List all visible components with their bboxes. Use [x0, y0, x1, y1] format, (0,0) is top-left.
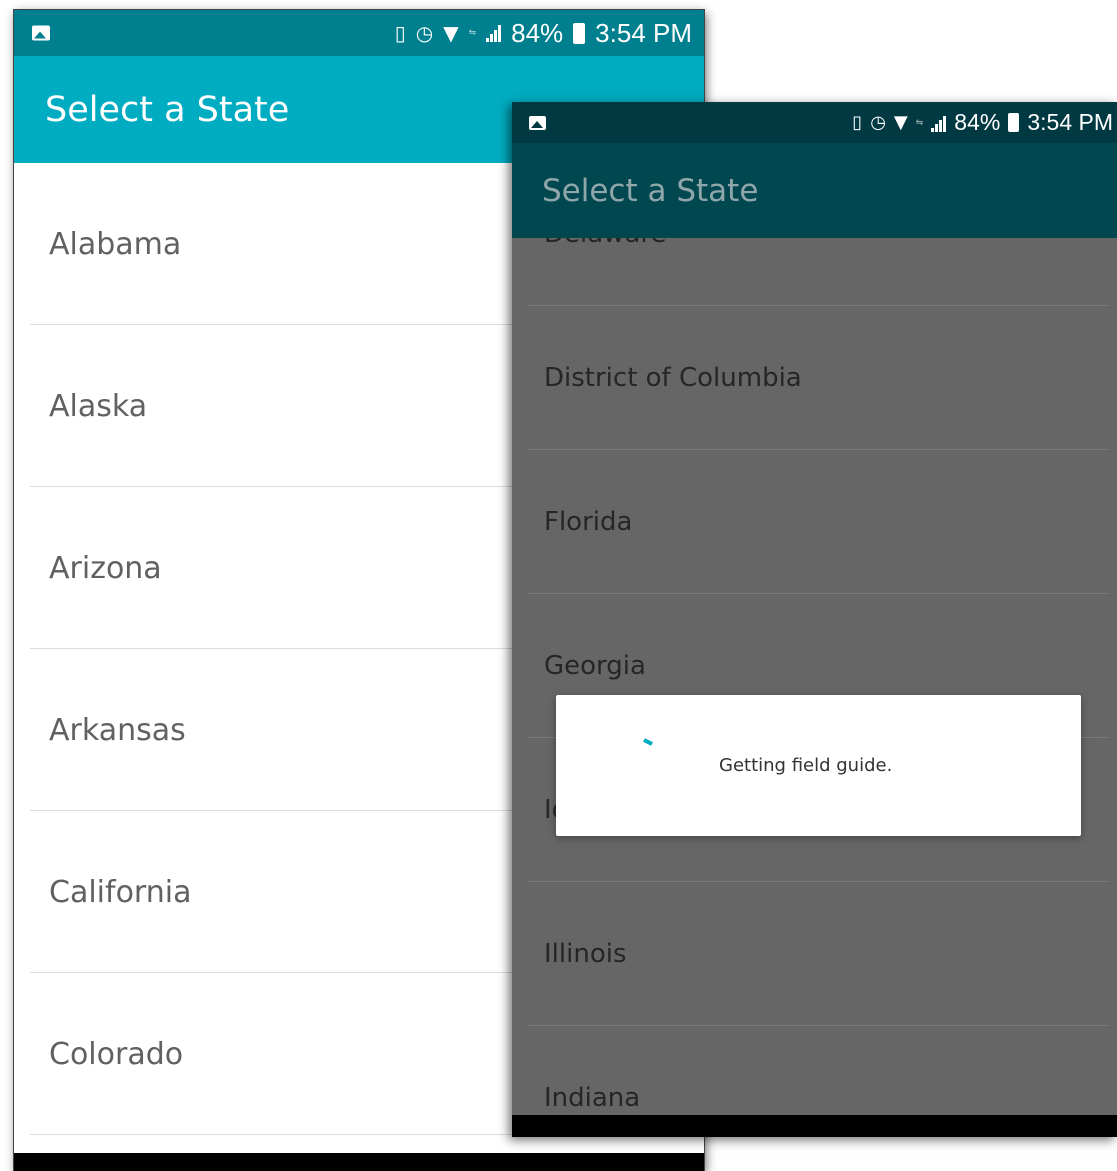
state-label: Georgia — [544, 651, 646, 681]
state-item-illinois[interactable]: Illinois — [512, 882, 1117, 1026]
status-icons: ▯ ◷ ▼ ⇋ 84% 3:54 PM — [395, 10, 692, 56]
state-label: Alabama — [49, 226, 182, 262]
page-title: Select a State — [542, 172, 759, 209]
state-item-indiana[interactable]: Indiana — [512, 1026, 1117, 1115]
image-icon — [529, 115, 546, 130]
state-label: Arizona — [49, 550, 162, 586]
state-label: Arkansas — [49, 712, 186, 748]
status-bar: ▯ ◷ ▼ ⇋ 84% 3:54 PM — [512, 102, 1117, 143]
state-item-district-of-columbia[interactable]: District of Columbia — [512, 306, 1117, 450]
state-label: Delaware — [544, 238, 666, 249]
state-item-florida[interactable]: Florida — [512, 450, 1117, 594]
signal-icon — [486, 24, 502, 42]
image-icon — [32, 25, 50, 41]
data-icon: ⇋ — [468, 28, 477, 38]
wifi-icon: ▼ — [893, 111, 908, 133]
phone-screen-loading: ▯ ◷ ▼ ⇋ 84% 3:54 PM Select a State Delaw… — [512, 102, 1117, 1137]
state-list: Delaware District of Columbia Florida Ge… — [512, 238, 1117, 1115]
vibrate-icon: ▯ — [852, 111, 863, 133]
status-icons: ▯ ◷ ▼ ⇋ 84% 3:54 PM — [852, 102, 1113, 143]
battery-percent: 84% — [954, 109, 1001, 135]
status-bar: ▯ ◷ ▼ ⇋ 84% 3:54 PM — [14, 10, 704, 56]
loading-dialog: Getting field guide. — [556, 695, 1081, 836]
state-label: Alaska — [49, 388, 148, 424]
state-label: California — [49, 874, 192, 910]
navigation-bar — [512, 1115, 1117, 1137]
state-label: Indiana — [544, 1083, 641, 1113]
vibrate-icon: ▯ — [394, 21, 406, 45]
state-item-delaware[interactable]: Delaware — [512, 238, 1117, 306]
alarm-icon: ◷ — [870, 111, 886, 133]
battery-percent: 84% — [511, 17, 564, 48]
loading-spinner-icon — [643, 738, 653, 746]
alarm-icon: ◷ — [415, 21, 434, 45]
state-label: Colorado — [49, 1036, 184, 1072]
clock: 3:54 PM — [1027, 109, 1113, 135]
clock: 3:54 PM — [595, 17, 692, 48]
signal-icon — [931, 114, 947, 132]
dimmed-list-area: Delaware District of Columbia Florida Ge… — [512, 238, 1117, 1115]
page-title: Select a State — [45, 89, 290, 130]
state-label: Illinois — [544, 939, 627, 969]
wifi-icon: ▼ — [443, 21, 459, 45]
app-bar: Select a State — [512, 143, 1117, 238]
state-label: District of Columbia — [544, 363, 802, 393]
navigation-bar — [14, 1153, 704, 1171]
battery-icon — [1008, 113, 1020, 132]
dialog-message: Getting field guide. — [719, 755, 893, 776]
data-icon: ⇋ — [915, 117, 924, 128]
battery-icon — [573, 22, 586, 44]
state-label: Florida — [544, 507, 633, 537]
